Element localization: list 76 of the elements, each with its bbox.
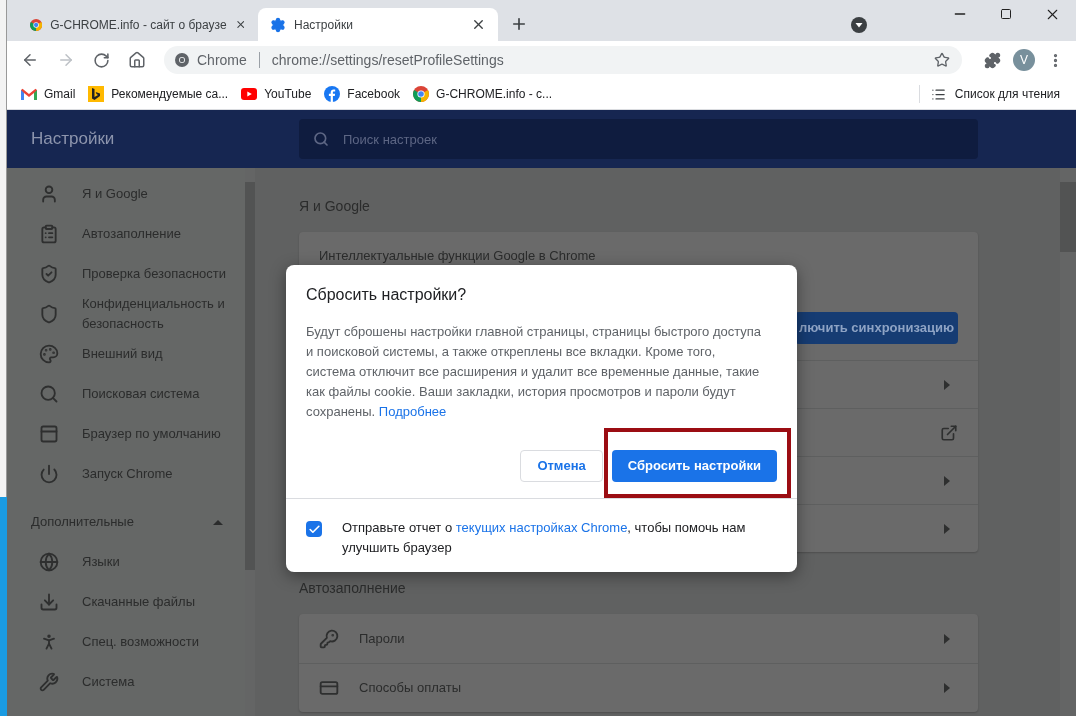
dropdown-icon[interactable]: [851, 17, 867, 33]
extensions-icon[interactable]: [984, 51, 1001, 69]
chrome-icon: [413, 86, 430, 102]
sidebar-item[interactable]: Автозаполнение: [7, 214, 245, 254]
cancel-button[interactable]: Отмена: [520, 450, 603, 482]
site-label: Chrome: [197, 50, 247, 70]
scrollbar[interactable]: [1060, 168, 1076, 716]
search-icon: [39, 384, 59, 404]
close-icon[interactable]: [471, 17, 486, 32]
gear-icon: [270, 16, 286, 33]
sidebar-item[interactable]: Проверка безопасности: [7, 254, 245, 294]
bookmark-star-icon[interactable]: [934, 52, 950, 68]
sync-button[interactable]: лючить синхронизацию: [795, 312, 958, 344]
profile-avatar[interactable]: V: [1013, 49, 1035, 71]
bookmark[interactable]: Рекомендуемые са...: [88, 85, 229, 103]
dialog-message: Будут сброшены настройки главной страницы, страницы быстрого доступа и поисковой системы, а также откреплены все вкладки. Кроме того, система отключит все расширения и удалит все временные данные, такие как файлы cookie. Ваши закладки, история просмотров и пароли будут сохранены. Подробнее: [306, 323, 763, 421]
browser-window-icon: [39, 424, 59, 444]
bookmark[interactable]: Gmail: [21, 85, 76, 103]
shield-check-icon: [39, 264, 59, 284]
sidebar-item[interactable]: Запуск Chrome: [7, 454, 245, 494]
back-icon[interactable]: [21, 51, 39, 69]
sidebar-item[interactable]: Браузер по умолчанию: [7, 414, 245, 454]
browser-tab[interactable]: Настройки: [258, 8, 498, 41]
sidebar-item[interactable]: Спец. возможности: [7, 622, 245, 662]
learn-more-link[interactable]: Подробнее: [378, 404, 447, 419]
download-icon: [39, 592, 59, 612]
arrow-right-icon[interactable]: [944, 475, 950, 486]
reading-list-button[interactable]: Список для чтения: [930, 85, 1060, 103]
bookmark[interactable]: YouTube: [241, 85, 312, 103]
chrome-icon: [175, 53, 189, 67]
reset-button[interactable]: Сбросить настройки: [611, 450, 777, 482]
dialog-title: Сбросить настройки?: [306, 285, 468, 305]
bing-icon: [88, 86, 105, 102]
sidebar-item[interactable]: Система: [7, 662, 245, 702]
arrow-right-icon[interactable]: [944, 523, 950, 534]
row-label: Способы оплаты: [359, 679, 463, 698]
sidebar-item[interactable]: Языки: [7, 542, 245, 582]
key-icon: [319, 628, 339, 649]
external-link-icon[interactable]: [940, 423, 958, 442]
play-icon: [241, 88, 258, 100]
report-label: Отправьте отчет о текущих настройках Chrome, чтобы помочь нам улучшить браузер: [342, 519, 747, 557]
page-title: Настройки: [30, 128, 116, 151]
search-icon: [313, 131, 329, 147]
row-label: Пароли: [359, 629, 406, 648]
wrench-icon: [39, 672, 59, 692]
envelope-m-icon: [21, 88, 37, 100]
person-icon: [39, 184, 59, 204]
sidebar-item[interactable]: Поисковая система: [7, 374, 245, 414]
arrow-right-icon[interactable]: [944, 683, 950, 693]
bookmark[interactable]: G-CHROME.info - с...: [413, 85, 553, 103]
report-checkbox[interactable]: [306, 521, 322, 537]
shield-icon: [39, 304, 59, 324]
bookmark[interactable]: Facebook: [324, 85, 401, 103]
facebook-icon: [324, 86, 341, 102]
row-label: Интеллектуальные функции Google в Chrome: [319, 247, 596, 266]
search-field[interactable]: Поиск настроек: [299, 119, 978, 159]
arrow-right-icon[interactable]: [944, 379, 950, 390]
maximize-icon[interactable]: [1000, 8, 1012, 20]
browser-tab[interactable]: G-CHROME.info - сайт о браузе: [18, 8, 258, 41]
advanced-toggle[interactable]: Дополнительные: [7, 502, 245, 542]
sidebar-item[interactable]: Я и Google: [7, 174, 245, 214]
sidebar-item[interactable]: Скачанные файлы: [7, 582, 245, 622]
palette-icon: [39, 344, 59, 364]
new-tab-icon[interactable]: [510, 15, 528, 33]
url-text: chrome://settings/resetProfileSettings: [271, 50, 505, 70]
globe-icon: [39, 552, 59, 572]
credit-card-icon: [319, 678, 339, 698]
reload-icon[interactable]: [93, 51, 110, 69]
arrow-right-icon[interactable]: [944, 633, 950, 644]
sidebar-item[interactable]: Внешний вид: [7, 334, 245, 374]
list-icon: [930, 86, 946, 102]
address-bar[interactable]: Chrome chrome://settings/resetProfileSettings: [164, 46, 962, 74]
power-icon: [39, 464, 59, 484]
chrome-icon: [30, 16, 43, 33]
home-icon[interactable]: [128, 51, 146, 69]
clipboard-icon: [39, 224, 59, 244]
